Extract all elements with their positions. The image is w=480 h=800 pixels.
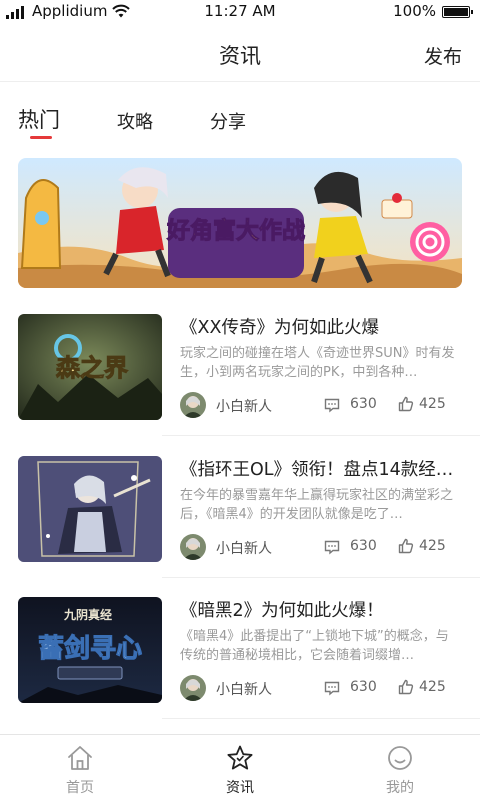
thumbs-up-icon[interactable]	[398, 538, 414, 554]
nav-profile-label: 我的	[386, 780, 414, 796]
article-meta: 小白新人 630 425	[180, 675, 462, 701]
tab-guides[interactable]: 攻略	[117, 108, 153, 134]
avatar[interactable]	[180, 392, 206, 418]
article-item[interactable]: 九阴真经 蓄剑寻心 《暗黑2》为何如此火爆！ 《暗黑4》此番提出了“上锁地下城”…	[18, 597, 462, 723]
article-title: 《暗黑2》为何如此火爆！	[180, 601, 384, 621]
battery-percent: 100%	[393, 2, 436, 20]
like-count: 425	[419, 396, 446, 412]
article-meta: 小白新人 630 425	[180, 534, 462, 560]
status-bar: Applidium 11:27 AM 100%	[0, 0, 480, 24]
home-icon	[68, 746, 92, 770]
bottom-tab-bar: 首页 资讯 我的	[0, 734, 480, 800]
comment-count: 630	[350, 396, 377, 412]
comment-icon[interactable]	[324, 680, 340, 696]
author-name: 小白新人	[216, 682, 272, 698]
author-name: 小白新人	[216, 541, 272, 557]
thumbs-up-icon[interactable]	[398, 396, 414, 412]
nav-header: 资讯 发布	[0, 24, 480, 82]
avatar[interactable]	[180, 534, 206, 560]
tab-hot[interactable]: 热门	[18, 104, 60, 134]
article-item[interactable]: 森之界 《XX传奇》为何如此火爆 玩家之间的碰撞在塔人《奇迹世界SUN》时有发生…	[18, 314, 462, 440]
banner-image: 好角富大作战	[18, 158, 462, 288]
nav-profile[interactable]: 我的	[320, 735, 480, 800]
app-screen: Applidium 11:27 AM 100% 资讯 发布 热门 攻略 分享 好…	[0, 0, 480, 800]
article-summary: 玩家之间的碰撞在塔人《奇迹世界SUN》时有发生，小到两名玩家之间的PK，中到各种…	[180, 346, 455, 380]
like-count: 425	[419, 538, 446, 554]
nav-home-label: 首页	[66, 780, 94, 796]
article-item[interactable]: 《指环王OL》领衔！盘点14款经… 在今年的暴雪嘉年华上赢得玩家社区的满堂彩之后…	[18, 456, 462, 582]
article-title: 《指环王OL》领衔！盘点14款经…	[180, 460, 454, 480]
comment-icon[interactable]	[324, 539, 340, 555]
article-title: 《XX传奇》为何如此火爆	[180, 318, 379, 338]
thumbnail-title: 森之界	[56, 354, 128, 382]
nav-news[interactable]: 资讯	[160, 735, 320, 800]
featured-banner[interactable]: 好角富大作战	[18, 158, 462, 288]
tab-active-indicator	[30, 136, 52, 139]
list-divider	[162, 435, 480, 436]
star-icon	[227, 745, 253, 770]
comment-count: 630	[350, 679, 377, 695]
article-thumbnail	[18, 456, 162, 562]
page-title: 资讯	[219, 44, 261, 68]
publish-button[interactable]: 发布	[424, 42, 462, 69]
thumbs-up-icon[interactable]	[398, 679, 414, 695]
like-count: 425	[419, 679, 446, 695]
list-divider	[162, 718, 480, 719]
battery-icon	[442, 6, 473, 18]
thumbnail-subtitle: 九阴真经	[63, 607, 112, 622]
article-summary: 《暗黑4》此番提出了“上锁地下城”的概念，与传统的普通秘境相比，它会随着词缀增…	[180, 629, 449, 663]
article-thumbnail: 森之界	[18, 314, 162, 420]
list-divider	[162, 577, 480, 578]
article-meta: 小白新人 630 425	[180, 392, 462, 418]
nav-home[interactable]: 首页	[0, 735, 160, 800]
tab-share[interactable]: 分享	[210, 108, 246, 134]
comment-count: 630	[350, 538, 377, 554]
author-name: 小白新人	[216, 399, 272, 415]
article-summary: 在今年的暴雪嘉年华上赢得玩家社区的满堂彩之后，《暗黑4》的开发团队就像是吃了…	[180, 488, 454, 522]
nav-news-label: 资讯	[226, 780, 254, 796]
thumbnail-title: 蓄剑寻心	[38, 633, 142, 664]
user-icon	[388, 746, 412, 770]
comment-icon[interactable]	[324, 397, 340, 413]
avatar[interactable]	[180, 675, 206, 701]
banner-title: 好角富大作战	[166, 217, 305, 244]
article-thumbnail: 九阴真经 蓄剑寻心	[18, 597, 162, 703]
